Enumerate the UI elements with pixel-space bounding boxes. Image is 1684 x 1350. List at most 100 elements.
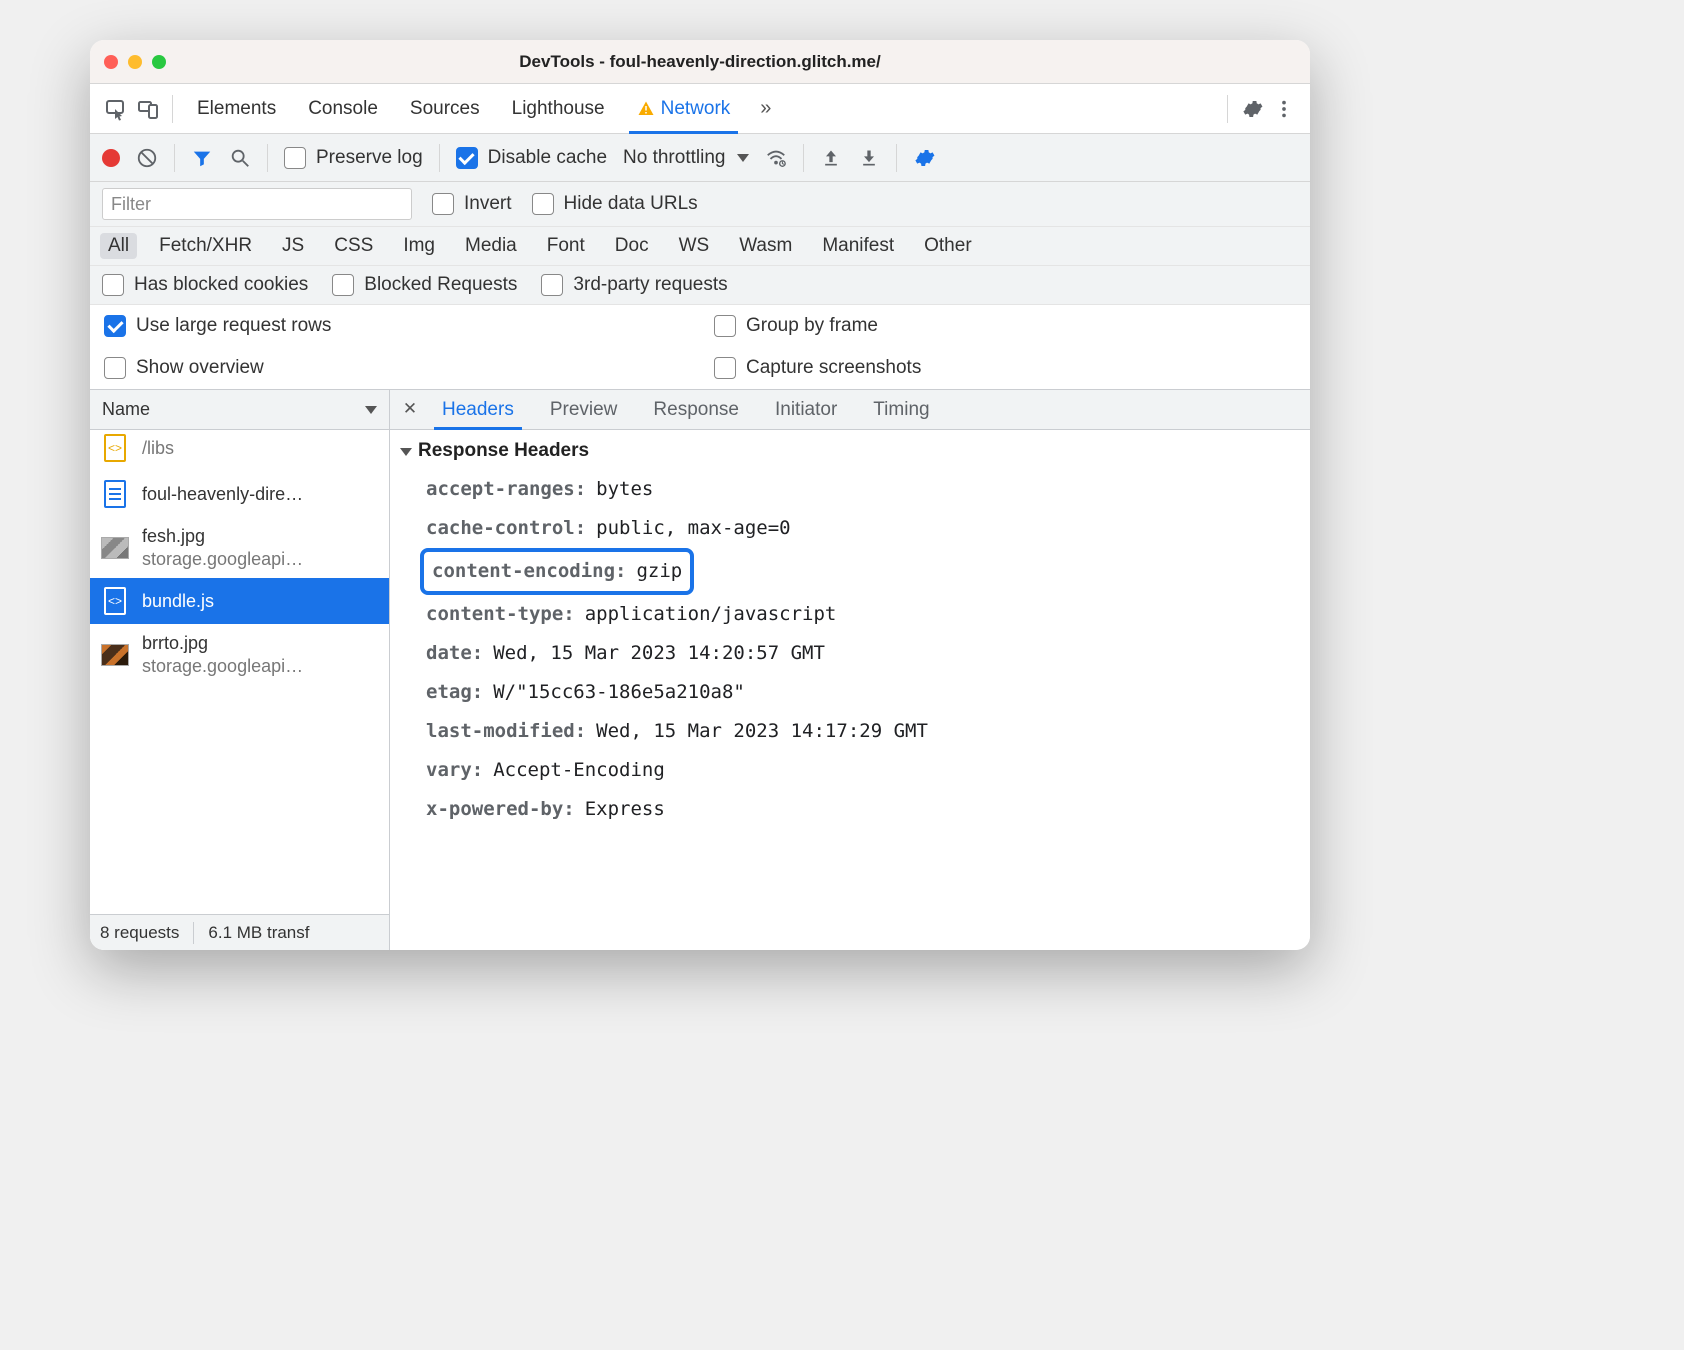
more-tabs-icon[interactable]: »	[746, 97, 785, 120]
settings-gear-icon[interactable]	[1236, 93, 1268, 125]
throttling-dropdown[interactable]: No throttling	[623, 147, 749, 169]
more-options-icon[interactable]	[1268, 93, 1300, 125]
separator	[172, 95, 173, 123]
upload-icon[interactable]	[820, 147, 842, 169]
status-bar: 8 requests 6.1 MB transf	[90, 914, 389, 950]
large-rows-checkbox[interactable]: Use large request rows	[104, 315, 331, 337]
document-file-icon	[104, 480, 126, 508]
separator	[439, 144, 440, 172]
type-css[interactable]: CSS	[326, 233, 381, 259]
header-row: content-type:application/javascript	[420, 595, 1304, 634]
request-list-sidebar: Name <> /libs foul-heavenly-dire… fesh.j…	[90, 390, 390, 950]
name-column-header[interactable]: Name	[90, 390, 389, 430]
tab-sources[interactable]: Sources	[394, 84, 496, 133]
panel-tabbar: Elements Console Sources Lighthouse Netw…	[90, 84, 1310, 134]
header-row: etag:W/"15cc63-186e5a210a8"	[420, 673, 1304, 712]
dtab-initiator[interactable]: Initiator	[757, 391, 855, 429]
detail-panel: ✕ Headers Preview Response Initiator Tim…	[390, 390, 1310, 950]
filter-input[interactable]: Filter	[102, 188, 412, 220]
device-toolbar-icon[interactable]	[132, 93, 164, 125]
network-conditions-icon[interactable]	[765, 147, 787, 169]
type-other[interactable]: Other	[916, 233, 980, 259]
tab-lighthouse[interactable]: Lighthouse	[496, 84, 621, 133]
type-js[interactable]: JS	[274, 233, 312, 259]
detail-body: Response Headers accept-ranges:bytes cac…	[390, 430, 1310, 950]
fullscreen-window-button[interactable]	[152, 55, 166, 69]
separator	[896, 144, 897, 172]
tab-elements[interactable]: Elements	[181, 84, 292, 133]
type-ws[interactable]: WS	[671, 233, 718, 259]
network-toolbar: Preserve log Disable cache No throttling	[90, 134, 1310, 182]
view-options-grid: Use large request rows Group by frame Sh…	[90, 305, 1310, 390]
header-row: cache-control:public, max-age=0	[420, 509, 1304, 548]
header-row: x-powered-by:Express	[420, 790, 1304, 829]
main-panel: Name <> /libs foul-heavenly-dire… fesh.j…	[90, 390, 1310, 950]
record-button[interactable]	[102, 149, 120, 167]
extra-filter-row: Has blocked cookies Blocked Requests 3rd…	[90, 266, 1310, 305]
tab-network[interactable]: Network	[621, 84, 747, 133]
minimize-window-button[interactable]	[128, 55, 142, 69]
type-manifest[interactable]: Manifest	[814, 233, 902, 259]
inspect-element-icon[interactable]	[100, 93, 132, 125]
blocked-cookies-checkbox[interactable]: Has blocked cookies	[102, 274, 308, 296]
header-row: vary:Accept-Encoding	[420, 751, 1304, 790]
request-rows: <> /libs foul-heavenly-dire… fesh.jpgsto…	[90, 430, 389, 914]
type-fetch-xhr[interactable]: Fetch/XHR	[151, 233, 260, 259]
warning-icon	[637, 100, 655, 118]
separator	[267, 144, 268, 172]
chevron-down-icon	[400, 448, 412, 456]
header-row: date:Wed, 15 Mar 2023 14:20:57 GMT	[420, 634, 1304, 673]
dtab-response[interactable]: Response	[635, 391, 757, 429]
preserve-log-checkbox[interactable]: Preserve log	[284, 147, 423, 169]
filter-icon[interactable]	[191, 147, 213, 169]
type-doc[interactable]: Doc	[607, 233, 657, 259]
image-file-icon	[101, 537, 129, 559]
js-file-icon: <>	[104, 434, 126, 462]
download-icon[interactable]	[858, 147, 880, 169]
third-party-checkbox[interactable]: 3rd-party requests	[541, 274, 727, 296]
capture-screenshots-checkbox[interactable]: Capture screenshots	[714, 357, 921, 379]
type-wasm[interactable]: Wasm	[731, 233, 800, 259]
js-file-icon: <>	[104, 587, 126, 615]
invert-checkbox[interactable]: Invert	[432, 193, 512, 215]
sort-indicator-icon	[365, 406, 377, 414]
request-row[interactable]: <> /libs	[90, 430, 389, 471]
network-settings-gear-icon[interactable]	[913, 147, 935, 169]
response-headers-disclosure[interactable]: Response Headers	[390, 436, 1310, 466]
chevron-down-icon	[737, 154, 749, 162]
type-filter-row: All Fetch/XHR JS CSS Img Media Font Doc …	[90, 227, 1310, 266]
request-row[interactable]: brrto.jpgstorage.googleapi…	[90, 624, 389, 685]
close-detail-icon[interactable]: ✕	[396, 390, 424, 429]
blocked-requests-checkbox[interactable]: Blocked Requests	[332, 274, 517, 296]
request-row[interactable]: fesh.jpgstorage.googleapi…	[90, 517, 389, 578]
type-all[interactable]: All	[100, 233, 137, 259]
dtab-preview[interactable]: Preview	[532, 391, 636, 429]
close-window-button[interactable]	[104, 55, 118, 69]
header-row: accept-ranges:bytes	[420, 470, 1304, 509]
separator	[174, 144, 175, 172]
header-row-highlighted: content-encoding:gzip	[420, 548, 694, 595]
tab-console[interactable]: Console	[292, 84, 394, 133]
disable-cache-checkbox[interactable]: Disable cache	[456, 147, 607, 169]
image-file-icon	[101, 644, 129, 666]
hide-data-urls-checkbox[interactable]: Hide data URLs	[532, 193, 698, 215]
window-title: DevTools - foul-heavenly-direction.glitc…	[519, 52, 880, 72]
traffic-lights	[104, 55, 166, 69]
response-headers-list: accept-ranges:bytes cache-control:public…	[390, 466, 1310, 832]
request-count: 8 requests	[100, 923, 179, 943]
clear-icon[interactable]	[136, 147, 158, 169]
separator	[803, 144, 804, 172]
transfer-size: 6.1 MB transf	[208, 923, 309, 943]
group-by-frame-checkbox[interactable]: Group by frame	[714, 315, 878, 337]
show-overview-checkbox[interactable]: Show overview	[104, 357, 264, 379]
separator	[193, 922, 194, 944]
type-font[interactable]: Font	[539, 233, 593, 259]
dtab-timing[interactable]: Timing	[855, 391, 947, 429]
dtab-headers[interactable]: Headers	[424, 391, 532, 429]
request-row[interactable]: <> bundle.js	[90, 578, 389, 624]
search-icon[interactable]	[229, 147, 251, 169]
type-img[interactable]: Img	[395, 233, 443, 259]
type-media[interactable]: Media	[457, 233, 525, 259]
request-row[interactable]: foul-heavenly-dire…	[90, 471, 389, 517]
filter-bar: Filter Invert Hide data URLs	[90, 182, 1310, 227]
